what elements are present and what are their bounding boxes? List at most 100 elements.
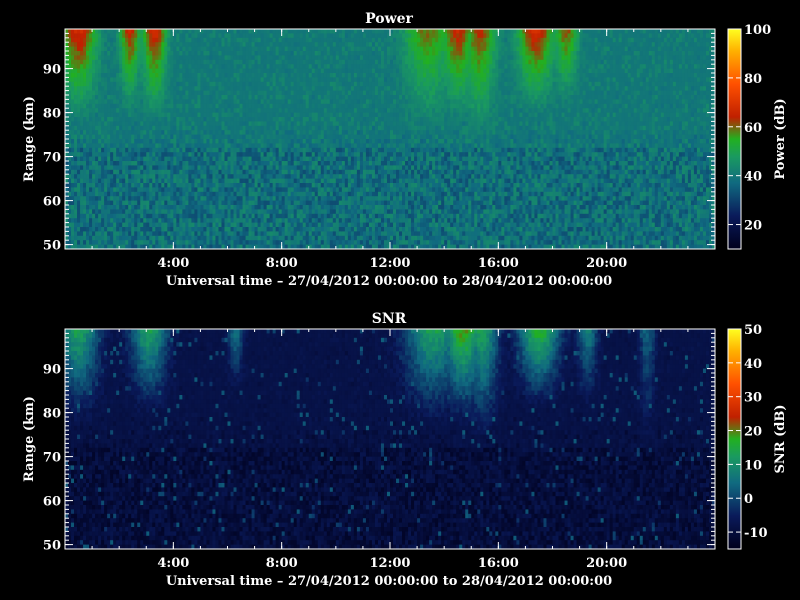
heatmap-cell: [143, 139, 147, 144]
heatmap-cell: [287, 205, 292, 210]
heatmap-cell: [122, 33, 126, 39]
heatmap-cell: [269, 235, 274, 241]
heatmap-cell: [167, 117, 171, 122]
heatmap-cell: [353, 117, 358, 122]
heatmap-cell: [344, 108, 349, 113]
heatmap-cell: [188, 143, 192, 149]
heatmap-cell: [311, 64, 316, 69]
heatmap-cell: [269, 240, 274, 245]
heatmap-cell: [95, 143, 99, 149]
heatmap-cell: [329, 139, 334, 144]
heatmap-cell: [134, 42, 138, 47]
heatmap-cell: [245, 165, 249, 171]
heatmap-cell: [269, 81, 274, 87]
heatmap-cell: [293, 117, 298, 122]
heatmap-cell: [221, 213, 225, 219]
heatmap-cell: [269, 59, 274, 65]
heatmap-cell: [323, 103, 328, 109]
heatmap-cell: [329, 218, 334, 223]
heatmap-cell: [167, 147, 171, 153]
heatmap-cell: [152, 33, 156, 39]
heatmap-cell: [209, 143, 213, 149]
heatmap-cell: [131, 112, 135, 118]
heatmap-cell: [98, 112, 102, 118]
heatmap-cell: [143, 51, 147, 56]
heatmap-cell: [83, 37, 87, 43]
heatmap-cell: [293, 165, 298, 171]
heatmap-cell: [140, 29, 144, 34]
heatmap-cell: [149, 33, 153, 39]
heatmap-cell: [83, 205, 87, 210]
heatmap-cell: [140, 90, 144, 96]
heatmap-cell: [95, 161, 99, 166]
heatmap-cell: [287, 139, 292, 144]
heatmap-cell: [137, 161, 141, 166]
heatmap-cell: [296, 73, 301, 78]
heatmap-cell: [284, 103, 289, 109]
heatmap-cell: [89, 117, 93, 122]
heatmap-cell: [95, 64, 99, 69]
heatmap-cell: [227, 81, 231, 87]
heatmap-cell: [119, 37, 123, 43]
heatmap-cell: [287, 125, 292, 131]
heatmap-cell: [299, 139, 304, 144]
heatmap-cell: [149, 68, 153, 74]
heatmap-cell: [266, 222, 271, 228]
heatmap-cell: [101, 68, 105, 74]
heatmap-cell: [113, 73, 117, 78]
heatmap-cell: [311, 213, 316, 219]
heatmap-cell: [269, 90, 274, 96]
heatmap-cell: [224, 108, 228, 113]
heatmap-cell: [179, 218, 183, 223]
heatmap-cell: [104, 169, 108, 175]
heatmap-cell: [179, 240, 183, 245]
heatmap-cell: [155, 81, 159, 87]
heatmap-cell: [224, 134, 228, 140]
heatmap-cell: [71, 55, 75, 61]
heatmap-cell: [245, 42, 249, 47]
heatmap-cell: [233, 103, 237, 109]
heatmap-cell: [341, 139, 346, 144]
heatmap-cell: [260, 183, 265, 188]
heatmap-cell: [290, 64, 295, 69]
heatmap-cell: [239, 73, 243, 78]
heatmap-cell: [161, 95, 165, 100]
heatmap-cell: [146, 165, 150, 171]
heatmap-cell: [296, 178, 301, 184]
heatmap-cell: [254, 90, 258, 96]
heatmap-cell: [263, 68, 268, 74]
heatmap-cell: [164, 147, 168, 153]
heatmap-cell: [80, 143, 84, 149]
heatmap-cell: [239, 55, 243, 61]
heatmap-cell: [224, 86, 228, 91]
heatmap-cell: [161, 55, 165, 61]
heatmap-cell: [263, 95, 268, 100]
heatmap-cell: [242, 191, 246, 197]
heatmap-cell: [236, 64, 240, 69]
heatmap-cell: [128, 134, 132, 140]
heatmap-cell: [329, 235, 334, 241]
heatmap-cell: [356, 235, 361, 241]
heatmap-cell: [245, 86, 249, 91]
heatmap-cell: [308, 77, 313, 83]
heatmap-cell: [284, 169, 289, 175]
heatmap-cell: [290, 117, 295, 122]
heatmap-cell: [323, 73, 328, 78]
heatmap-cell: [191, 29, 195, 34]
heatmap-cell: [170, 37, 174, 43]
heatmap-cell: [302, 143, 307, 149]
heatmap-cell: [215, 231, 219, 237]
heatmap-cell: [149, 99, 153, 105]
heatmap-cell: [239, 196, 243, 201]
heatmap-cell: [92, 134, 96, 140]
heatmap-cell: [341, 81, 346, 87]
heatmap-cell: [263, 33, 268, 39]
heatmap-cell: [161, 99, 165, 105]
heatmap-cell: [212, 33, 216, 39]
heatmap-cell: [326, 222, 331, 228]
heatmap-cell: [143, 200, 147, 206]
heatmap-cell: [197, 218, 201, 223]
heatmap-cell: [293, 86, 298, 91]
heatmap-cell: [305, 218, 310, 223]
heatmap-cell: [227, 68, 231, 74]
